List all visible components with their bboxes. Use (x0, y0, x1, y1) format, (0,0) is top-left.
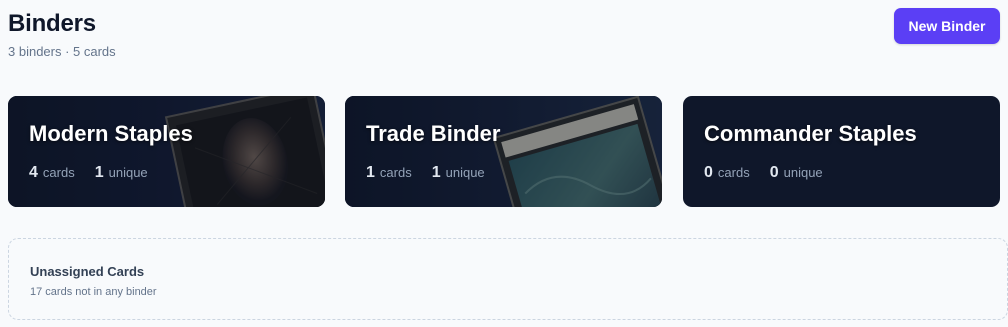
unique-count: 1 unique (432, 164, 485, 182)
page-title: Binders (8, 10, 96, 37)
card-count: 0 cards (704, 164, 750, 182)
card-count-value: 1 (366, 164, 375, 181)
unique-count-label: unique (108, 165, 148, 180)
unique-count-value: 1 (431, 164, 441, 181)
unique-count: 0 unique (770, 164, 823, 182)
binder-card-commander-staples[interactable]: Commander Staples 0 cards 0 unique (683, 96, 1000, 207)
unassigned-title: Unassigned Cards (30, 264, 145, 279)
binder-grid: Modern Staples 4 cards 1 unique Trade Bi… (8, 96, 1000, 207)
card-count: 4 cards (29, 164, 75, 182)
unique-count-value: 1 (94, 164, 104, 181)
page-subtitle: 3 binders · 5 cards (8, 44, 116, 59)
unassigned-subtitle: 17 cards not in any binder (30, 286, 157, 298)
unassigned-cards-panel[interactable]: Unassigned Cards 17 cards not in any bin… (8, 238, 1008, 320)
binder-stats: 1 cards 1 unique (366, 164, 485, 182)
binder-name: Trade Binder (366, 121, 501, 146)
binder-name: Modern Staples (29, 121, 193, 146)
binder-stats: 4 cards 1 unique (29, 164, 148, 182)
binder-cover-art (8, 96, 325, 207)
new-binder-button[interactable]: New Binder (894, 8, 1000, 44)
binder-cover-art (345, 96, 662, 207)
card-count-value: 4 (29, 164, 38, 181)
unique-count-value: 0 (769, 164, 779, 181)
card-count: 1 cards (366, 164, 412, 182)
card-count-label: cards (717, 165, 750, 180)
binder-name: Commander Staples (704, 121, 917, 146)
unique-count-label: unique (783, 165, 823, 180)
unique-count-label: unique (445, 165, 485, 180)
unique-count: 1 unique (95, 164, 148, 182)
binder-stats: 0 cards 0 unique (704, 164, 823, 182)
page-header: Binders 3 binders · 5 cards (8, 10, 116, 59)
binder-card-trade-binder[interactable]: Trade Binder 1 cards 1 unique (345, 96, 662, 207)
binder-card-modern-staples[interactable]: Modern Staples 4 cards 1 unique (8, 96, 325, 207)
card-count-label: cards (379, 165, 412, 180)
card-count-label: cards (42, 165, 75, 180)
card-count-value: 0 (704, 164, 713, 181)
